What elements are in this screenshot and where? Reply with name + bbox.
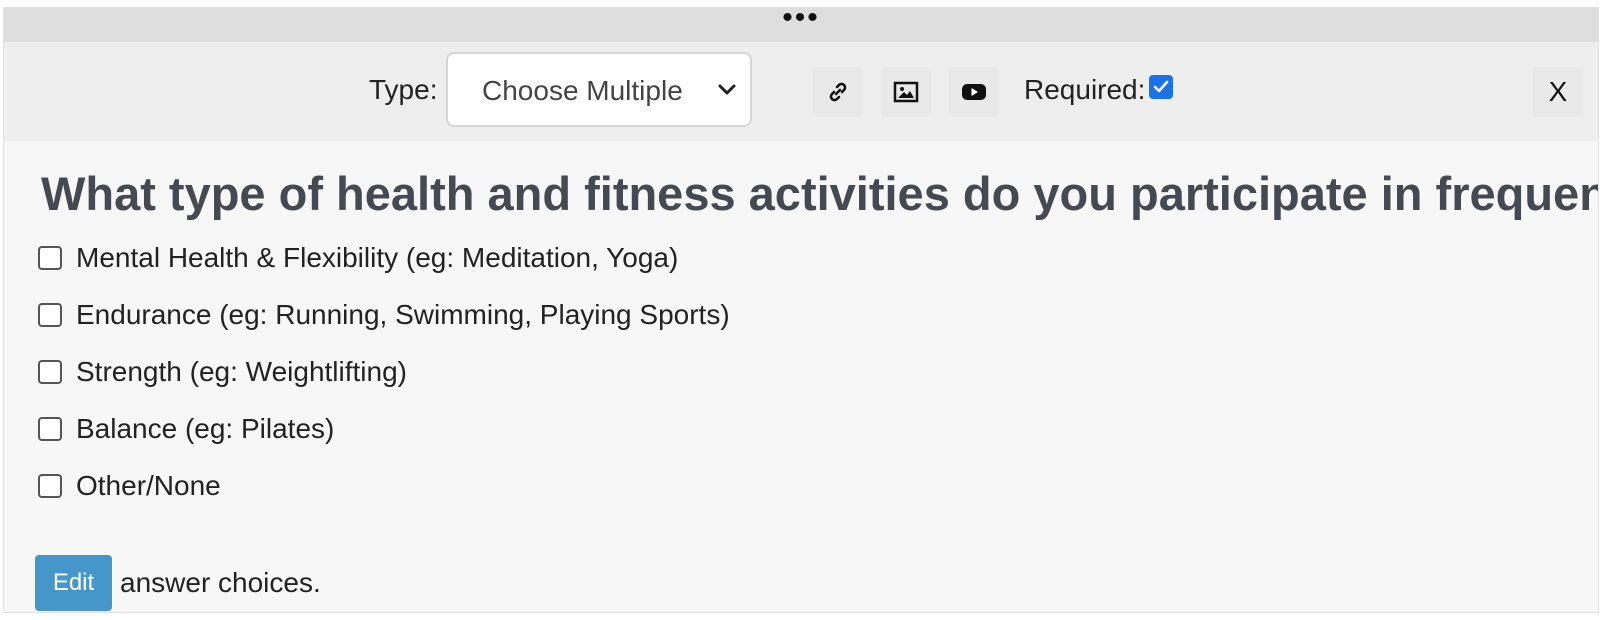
answer-option[interactable]: Strength (eg: Weightlifting) [38,352,407,392]
type-label: Type: [369,74,438,105]
type-select-value: Choose Multiple [482,75,683,106]
insert-video-button[interactable] [949,67,999,117]
option-checkbox[interactable] [38,474,62,498]
question-card: ••• Type: Choose Multiple Required: X Wh… [3,7,1599,613]
question-title: What type of health and fitness activiti… [41,167,1599,220]
option-label: Balance (eg: Pilates) [76,413,335,444]
answer-option[interactable]: Other/None [38,466,221,506]
answer-option[interactable]: Mental Health & Flexibility (eg: Meditat… [38,238,678,278]
chevron-down-icon [718,84,736,95]
edit-choices-row: Edit answer choices. [35,555,321,611]
close-label: X [1548,76,1568,107]
answer-option[interactable]: Endurance (eg: Running, Swimming, Playin… [38,295,730,335]
video-icon [962,84,986,100]
required-label: Required: [1024,74,1146,105]
insert-link-button[interactable] [813,67,863,117]
drag-handle[interactable]: ••• [4,8,1598,42]
checkmark-icon [1153,80,1169,93]
insert-image-button[interactable] [881,67,931,117]
option-label: Strength (eg: Weightlifting) [76,356,407,387]
option-label: Mental Health & Flexibility (eg: Meditat… [76,242,679,273]
drag-dots-icon: ••• [782,7,820,34]
question-toolbar: Type: Choose Multiple Required: X [4,42,1598,141]
answer-option[interactable]: Balance (eg: Pilates) [38,409,334,449]
edit-suffix-text: answer choices. [120,567,321,598]
option-checkbox[interactable] [38,303,62,327]
required-checkbox[interactable] [1149,75,1173,99]
type-select[interactable]: Choose Multiple [446,52,752,127]
option-label: Other/None [76,470,221,501]
option-checkbox[interactable] [38,417,62,441]
option-checkbox[interactable] [38,246,62,270]
option-checkbox[interactable] [38,360,62,384]
link-icon [829,82,847,102]
edit-button[interactable]: Edit [35,555,112,611]
image-icon [893,81,919,103]
close-button[interactable]: X [1533,67,1583,117]
option-label: Endurance (eg: Running, Swimming, Playin… [76,299,730,330]
